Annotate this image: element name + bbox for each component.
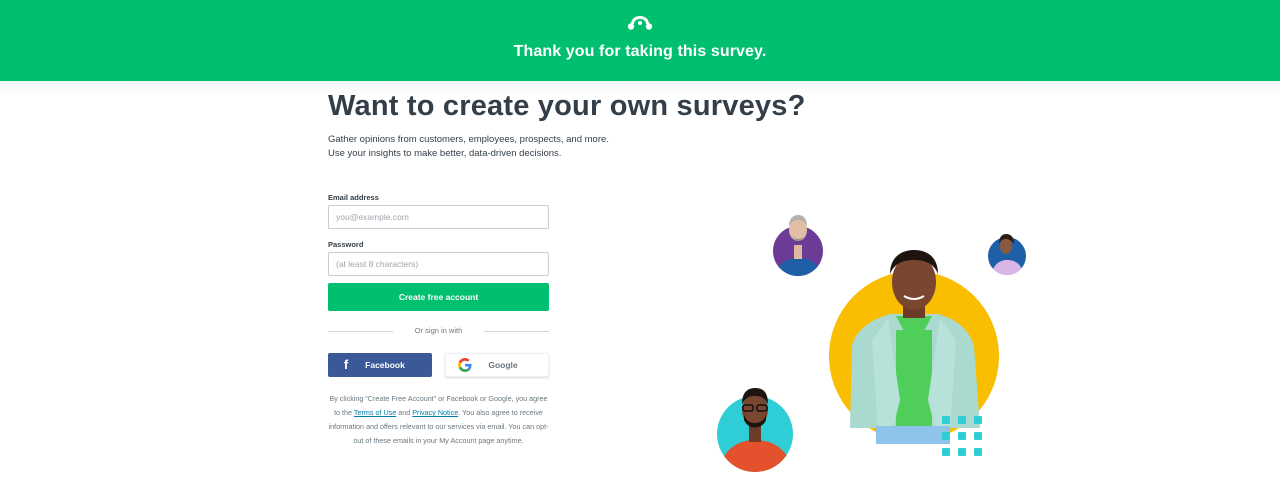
google-sign-in-button[interactable]: Google (445, 353, 549, 377)
page-title: Want to create your own surveys? (328, 90, 806, 122)
facebook-sign-in-button[interactable]: f Facebook (328, 353, 432, 377)
teal-dot-grid (942, 416, 982, 456)
google-button-label: Google (488, 360, 518, 370)
create-free-account-button[interactable]: Create free account (328, 283, 549, 311)
divider-right (484, 331, 549, 332)
portrait-circle-man-purple (773, 215, 823, 276)
portrait-circle-man-teal (717, 388, 793, 472)
subtitle-line-2: Use your insights to make better, data-d… (328, 148, 562, 159)
terms-of-use-link[interactable]: Terms of Use (354, 408, 396, 417)
thank-you-message: Thank you for taking this survey. (513, 43, 767, 60)
email-field[interactable] (328, 205, 549, 229)
facebook-button-label: Facebook (365, 360, 405, 370)
legal-text-and: and (398, 408, 411, 417)
portrait-circle-woman-blue (988, 234, 1026, 275)
large-portrait-circle (829, 250, 999, 444)
password-field[interactable] (328, 252, 549, 276)
privacy-notice-link[interactable]: Privacy Notice (412, 408, 458, 417)
or-sign-in-with-text: Or sign in with (414, 326, 463, 335)
divider-left (328, 331, 393, 332)
legal-disclaimer: By clicking “Create Free Account” or Fac… (328, 392, 549, 448)
subtitle-line-1: Gather opinions from customers, employee… (328, 134, 609, 145)
password-label: Password (328, 240, 364, 249)
email-label: Email address (328, 193, 379, 202)
surveymonkey-logo-icon[interactable] (627, 13, 653, 33)
header-banner: Thank you for taking this survey. (0, 0, 1280, 81)
people-illustration (717, 215, 1026, 472)
